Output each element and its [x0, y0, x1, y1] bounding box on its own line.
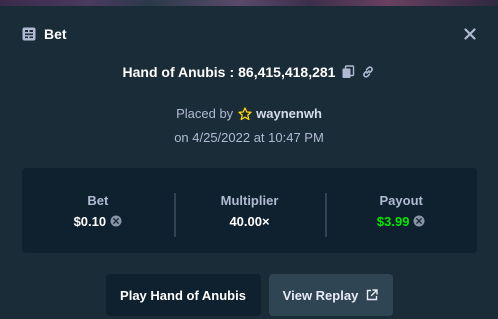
modal-header: Bet — [22, 26, 67, 42]
play-game-button-label: Play Hand of Anubis — [120, 287, 246, 303]
close-icon — [464, 28, 476, 40]
bet-timestamp: on 4/25/2022 at 10:47 PM — [174, 130, 324, 145]
bet-modal: Bet Hand of Anubis:86,415,418,281 Placed… — [0, 6, 498, 319]
bet-slip-icon — [22, 27, 36, 41]
stat-multiplier: Multiplier 40.00× — [173, 192, 326, 237]
bet-id: 86,415,418,281 — [238, 64, 336, 80]
stat-payout: Payout $3.99 — [325, 192, 477, 237]
star-icon — [238, 106, 252, 121]
close-button[interactable] — [462, 26, 478, 42]
coin-icon — [413, 215, 425, 227]
modal-title: Bet — [44, 26, 67, 42]
view-replay-button-label: View Replay — [282, 287, 359, 303]
stat-multiplier-value: 40.00× — [229, 213, 270, 229]
play-game-button[interactable]: Play Hand of Anubis — [105, 274, 261, 316]
username-link[interactable]: waynenwh — [256, 106, 322, 121]
placed-by-line: Placed by waynenwh — [0, 106, 498, 121]
stat-bet-value: $0.10 — [73, 213, 107, 229]
external-link-icon — [366, 289, 379, 301]
stat-bet-value-row: $0.10 — [74, 214, 123, 229]
copy-icon[interactable] — [341, 65, 355, 79]
stat-multiplier-label: Multiplier — [220, 192, 279, 208]
stat-payout-value-row: $3.99 — [377, 214, 426, 229]
bet-id-line: Hand of Anubis:86,415,418,281 — [0, 64, 498, 80]
bet-stats-panel: Bet $0.10 Multiplier 40.00× Payout $3.99 — [22, 168, 477, 253]
coin-icon — [110, 215, 122, 227]
stat-payout-value: $3.99 — [376, 213, 410, 229]
stat-bet: Bet $0.10 — [22, 193, 174, 229]
action-buttons: Play Hand of Anubis View Replay — [0, 274, 498, 316]
separator-colon: : — [229, 64, 235, 80]
link-icon[interactable] — [361, 65, 375, 79]
game-name[interactable]: Hand of Anubis — [123, 64, 226, 80]
stat-bet-label: Bet — [87, 192, 109, 208]
stat-payout-label: Payout — [379, 192, 423, 208]
placed-by-label: Placed by — [176, 106, 234, 121]
view-replay-button[interactable]: View Replay — [268, 274, 393, 316]
